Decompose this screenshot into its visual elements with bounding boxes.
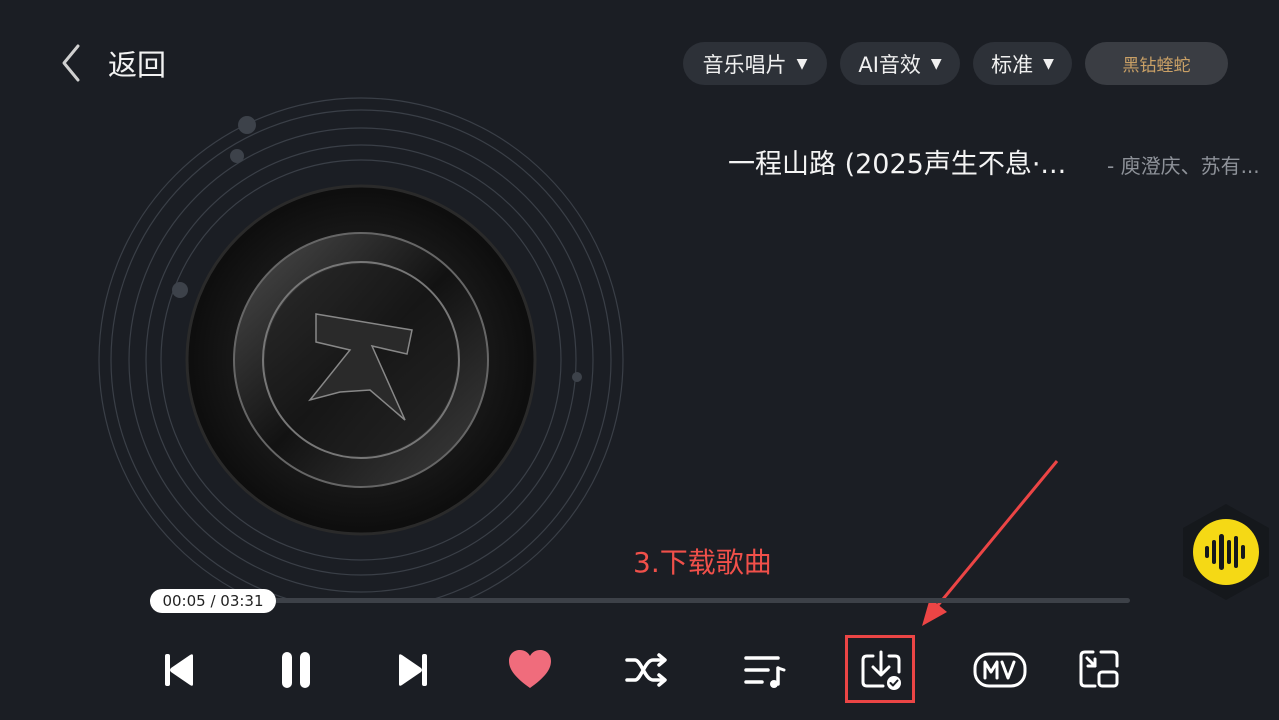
back-label: 返回 bbox=[108, 48, 167, 82]
disc-style-label: 音乐唱片 bbox=[702, 52, 787, 77]
shuffle-icon bbox=[625, 653, 667, 687]
dropdown-arrow-icon: ▼ bbox=[930, 55, 942, 72]
ai-sound-effect-dropdown[interactable]: AI音效 ▼ bbox=[840, 42, 960, 85]
vinyl-disc bbox=[98, 97, 624, 600]
progress-bar[interactable] bbox=[150, 598, 1130, 603]
like-button[interactable] bbox=[500, 640, 560, 700]
annotation-label: 3.下载歌曲 bbox=[633, 546, 772, 579]
dropdown-arrow-icon: ▼ bbox=[796, 55, 808, 72]
playlist-icon bbox=[744, 656, 786, 688]
heart-icon bbox=[509, 650, 551, 688]
chevron-left-icon bbox=[62, 44, 80, 82]
skip-next-icon bbox=[399, 654, 427, 686]
mini-player-button[interactable] bbox=[1069, 640, 1129, 700]
previous-button[interactable] bbox=[149, 640, 209, 700]
pause-button[interactable] bbox=[266, 640, 326, 700]
mv-button[interactable] bbox=[968, 640, 1032, 700]
skip-previous-icon bbox=[165, 654, 193, 686]
dropdown-arrow-icon: ▼ bbox=[1043, 55, 1054, 72]
sound-wave-icon bbox=[1193, 519, 1259, 585]
picture-in-picture-icon bbox=[1079, 650, 1119, 688]
voice-assistant-button[interactable] bbox=[1176, 502, 1276, 602]
quality-dropdown[interactable]: 标准 ▼ bbox=[973, 42, 1072, 85]
mv-icon bbox=[973, 652, 1027, 688]
vip-quality-button[interactable]: 黑钻蝰蛇 bbox=[1085, 42, 1228, 85]
ai-sound-effect-label: AI音效 bbox=[858, 52, 921, 77]
playlist-button[interactable] bbox=[734, 640, 794, 700]
shuffle-button[interactable] bbox=[617, 640, 677, 700]
song-title: 一程山路 (2025声生不息·... bbox=[728, 149, 1067, 180]
back-button[interactable]: 返回 bbox=[56, 42, 166, 84]
song-artist: - 庾澄庆、苏有... bbox=[1107, 154, 1260, 178]
next-button[interactable] bbox=[383, 640, 443, 700]
pause-icon bbox=[282, 652, 310, 688]
time-display[interactable]: 00:05 / 03:31 bbox=[150, 589, 276, 613]
download-highlight-box bbox=[845, 635, 915, 703]
vip-quality-label: 黑钻蝰蛇 bbox=[1122, 56, 1191, 76]
quality-label: 标准 bbox=[991, 52, 1034, 77]
disc-style-dropdown[interactable]: 音乐唱片 ▼ bbox=[683, 42, 827, 85]
